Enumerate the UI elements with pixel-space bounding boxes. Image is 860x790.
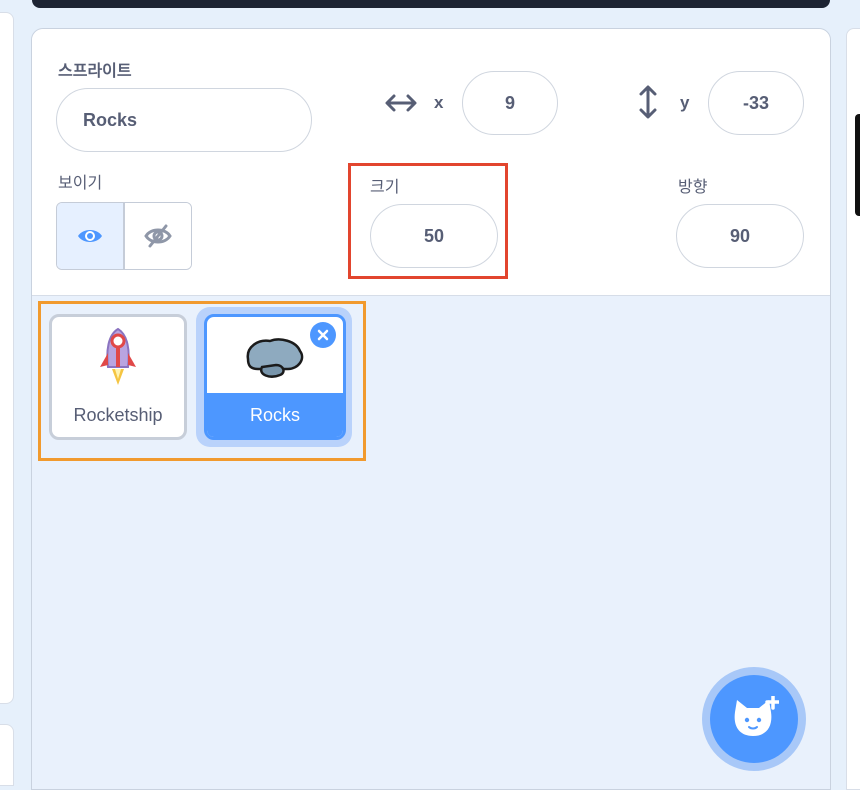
show-button[interactable]: [57, 203, 125, 269]
sprite-name-input[interactable]: Rocks: [56, 88, 312, 152]
x-input[interactable]: 9: [462, 71, 558, 135]
sprite-list-highlight-box: [38, 301, 366, 461]
sprite-info-pane: 스프라이트 Rocks x 9 y -33 보이기 크기 50 방향 90: [32, 29, 830, 296]
eye-icon: [78, 230, 102, 242]
y-label: y: [680, 93, 690, 112]
add-sprite-button[interactable]: [710, 675, 798, 763]
left-panel-edge: [0, 12, 14, 704]
direction-label: 방향: [678, 177, 708, 196]
x-label: x: [434, 93, 444, 112]
stage-edge: [32, 0, 830, 8]
left-panel-edge-bottom: [0, 724, 14, 786]
vertical-arrows-icon: [639, 85, 657, 119]
sprite-label: 스프라이트: [58, 61, 132, 80]
eye-slash-icon: [144, 224, 172, 248]
y-input[interactable]: -33: [708, 71, 804, 135]
hide-button[interactable]: [125, 203, 191, 269]
backdrop-thumbnail-edge: [855, 114, 860, 216]
size-highlight-box: [348, 163, 508, 279]
visibility-toggle: [56, 202, 192, 270]
show-label: 보이기: [58, 173, 103, 192]
sprite-panel: 스프라이트 Rocks x 9 y -33 보이기 크기 50 방향 90 Ro…: [31, 28, 831, 790]
cat-plus-icon: [734, 696, 779, 736]
direction-input[interactable]: 90: [676, 204, 804, 268]
horizontal-arrows-icon: [385, 94, 417, 112]
